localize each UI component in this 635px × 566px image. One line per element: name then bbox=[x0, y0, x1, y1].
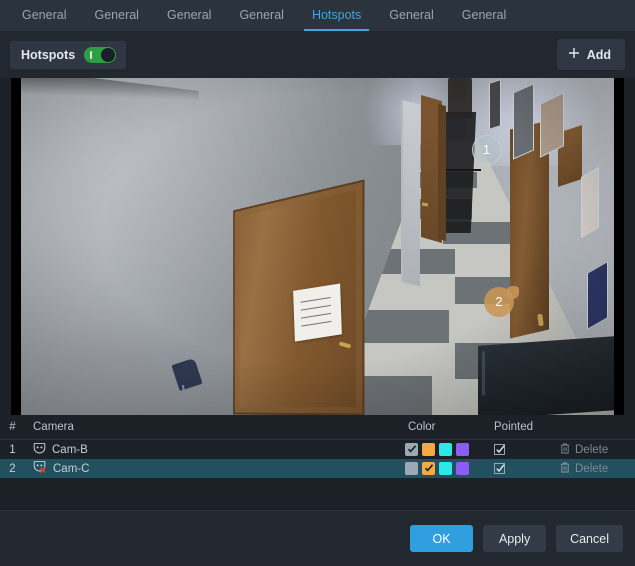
delete-label: Delete bbox=[575, 444, 608, 456]
camera-feed[interactable]: 1 2 bbox=[21, 78, 614, 415]
row-index: 1 bbox=[0, 444, 25, 456]
row-color-swatches[interactable] bbox=[405, 462, 485, 475]
hotspots-table: # Camera Color Pointed 1 Cam-B bbox=[0, 415, 635, 478]
row-delete-cell[interactable]: Delete bbox=[560, 462, 635, 476]
tab-label: General bbox=[389, 8, 433, 22]
toolbar: Hotspots Add bbox=[0, 31, 635, 78]
tab-general-4[interactable]: General bbox=[225, 0, 297, 31]
dialog-footer: OK Apply Cancel bbox=[0, 510, 635, 566]
header-camera: Camera bbox=[25, 421, 405, 433]
apply-button[interactable]: Apply bbox=[483, 525, 546, 552]
color-swatch-orange[interactable] bbox=[422, 462, 435, 475]
row-pointed-cell[interactable] bbox=[485, 463, 560, 474]
color-swatch-slate[interactable] bbox=[405, 443, 418, 456]
table-row[interactable]: 1 Cam-B bbox=[0, 440, 635, 459]
video-preview[interactable]: 1 2 bbox=[11, 78, 624, 415]
tab-label: General bbox=[462, 8, 506, 22]
hotspot-marker-label: 1 bbox=[483, 143, 490, 157]
tab-general-2[interactable]: General bbox=[80, 0, 152, 31]
row-camera-cell: Cam-C bbox=[25, 461, 405, 476]
row-index: 2 bbox=[0, 463, 25, 475]
header-index: # bbox=[0, 421, 25, 433]
trash-icon bbox=[560, 462, 570, 476]
color-swatch-orange[interactable] bbox=[422, 443, 435, 456]
tab-label: Hotspots bbox=[312, 8, 361, 22]
pointed-checkbox[interactable] bbox=[494, 463, 505, 474]
row-camera-cell: Cam-B bbox=[25, 443, 405, 457]
tab-bar: General General General General Hotspots… bbox=[0, 0, 635, 31]
tab-general-1[interactable]: General bbox=[8, 0, 80, 31]
header-color: Color bbox=[405, 421, 485, 433]
check-icon bbox=[424, 463, 434, 476]
tab-label: General bbox=[22, 8, 66, 22]
add-button-label: Add bbox=[587, 48, 611, 62]
check-icon bbox=[495, 444, 506, 458]
tab-hotspots[interactable]: Hotspots bbox=[298, 0, 375, 31]
tab-general-5[interactable]: General bbox=[375, 0, 447, 31]
tab-label: General bbox=[167, 8, 211, 22]
hotspots-toggle-label: Hotspots bbox=[21, 48, 75, 62]
color-swatch-purple[interactable] bbox=[456, 462, 469, 475]
hotspot-marker-1[interactable]: 1 bbox=[472, 135, 502, 165]
delete-label: Delete bbox=[575, 463, 608, 475]
check-icon bbox=[407, 444, 417, 457]
row-camera-name: Cam-C bbox=[53, 463, 89, 475]
hotspot-marker-2[interactable]: 2 bbox=[484, 287, 514, 317]
color-swatch-cyan[interactable] bbox=[439, 443, 452, 456]
cancel-button[interactable]: Cancel bbox=[556, 525, 623, 552]
color-swatch-cyan[interactable] bbox=[439, 462, 452, 475]
tab-general-3[interactable]: General bbox=[153, 0, 225, 31]
row-camera-name: Cam-B bbox=[52, 444, 88, 456]
row-delete-cell[interactable]: Delete bbox=[560, 443, 635, 457]
toggle-switch[interactable] bbox=[84, 47, 116, 63]
tab-label: General bbox=[94, 8, 138, 22]
hotspots-toggle[interactable]: Hotspots bbox=[10, 41, 126, 69]
check-icon bbox=[495, 463, 506, 477]
row-color-swatches[interactable] bbox=[405, 443, 485, 456]
lens-vignette bbox=[21, 78, 614, 415]
trash-icon bbox=[560, 443, 570, 457]
pointed-checkbox[interactable] bbox=[494, 444, 505, 455]
color-swatch-slate[interactable] bbox=[405, 462, 418, 475]
header-pointed: Pointed bbox=[485, 421, 560, 433]
row-pointed-cell[interactable] bbox=[485, 444, 560, 455]
color-swatch-purple[interactable] bbox=[456, 443, 469, 456]
camera-dome-offline-icon bbox=[33, 461, 47, 476]
hotspot-pointer-tail bbox=[506, 286, 519, 299]
add-hotspot-button[interactable]: Add bbox=[557, 39, 625, 70]
ok-button[interactable]: OK bbox=[410, 525, 473, 552]
tab-general-6[interactable]: General bbox=[448, 0, 520, 31]
hotspot-marker-label: 2 bbox=[495, 295, 502, 309]
camera-dome-icon bbox=[33, 443, 46, 457]
table-row[interactable]: 2 Cam-C bbox=[0, 459, 635, 478]
plus-icon bbox=[568, 47, 580, 62]
tab-label: General bbox=[239, 8, 283, 22]
table-header-row: # Camera Color Pointed bbox=[0, 415, 635, 440]
